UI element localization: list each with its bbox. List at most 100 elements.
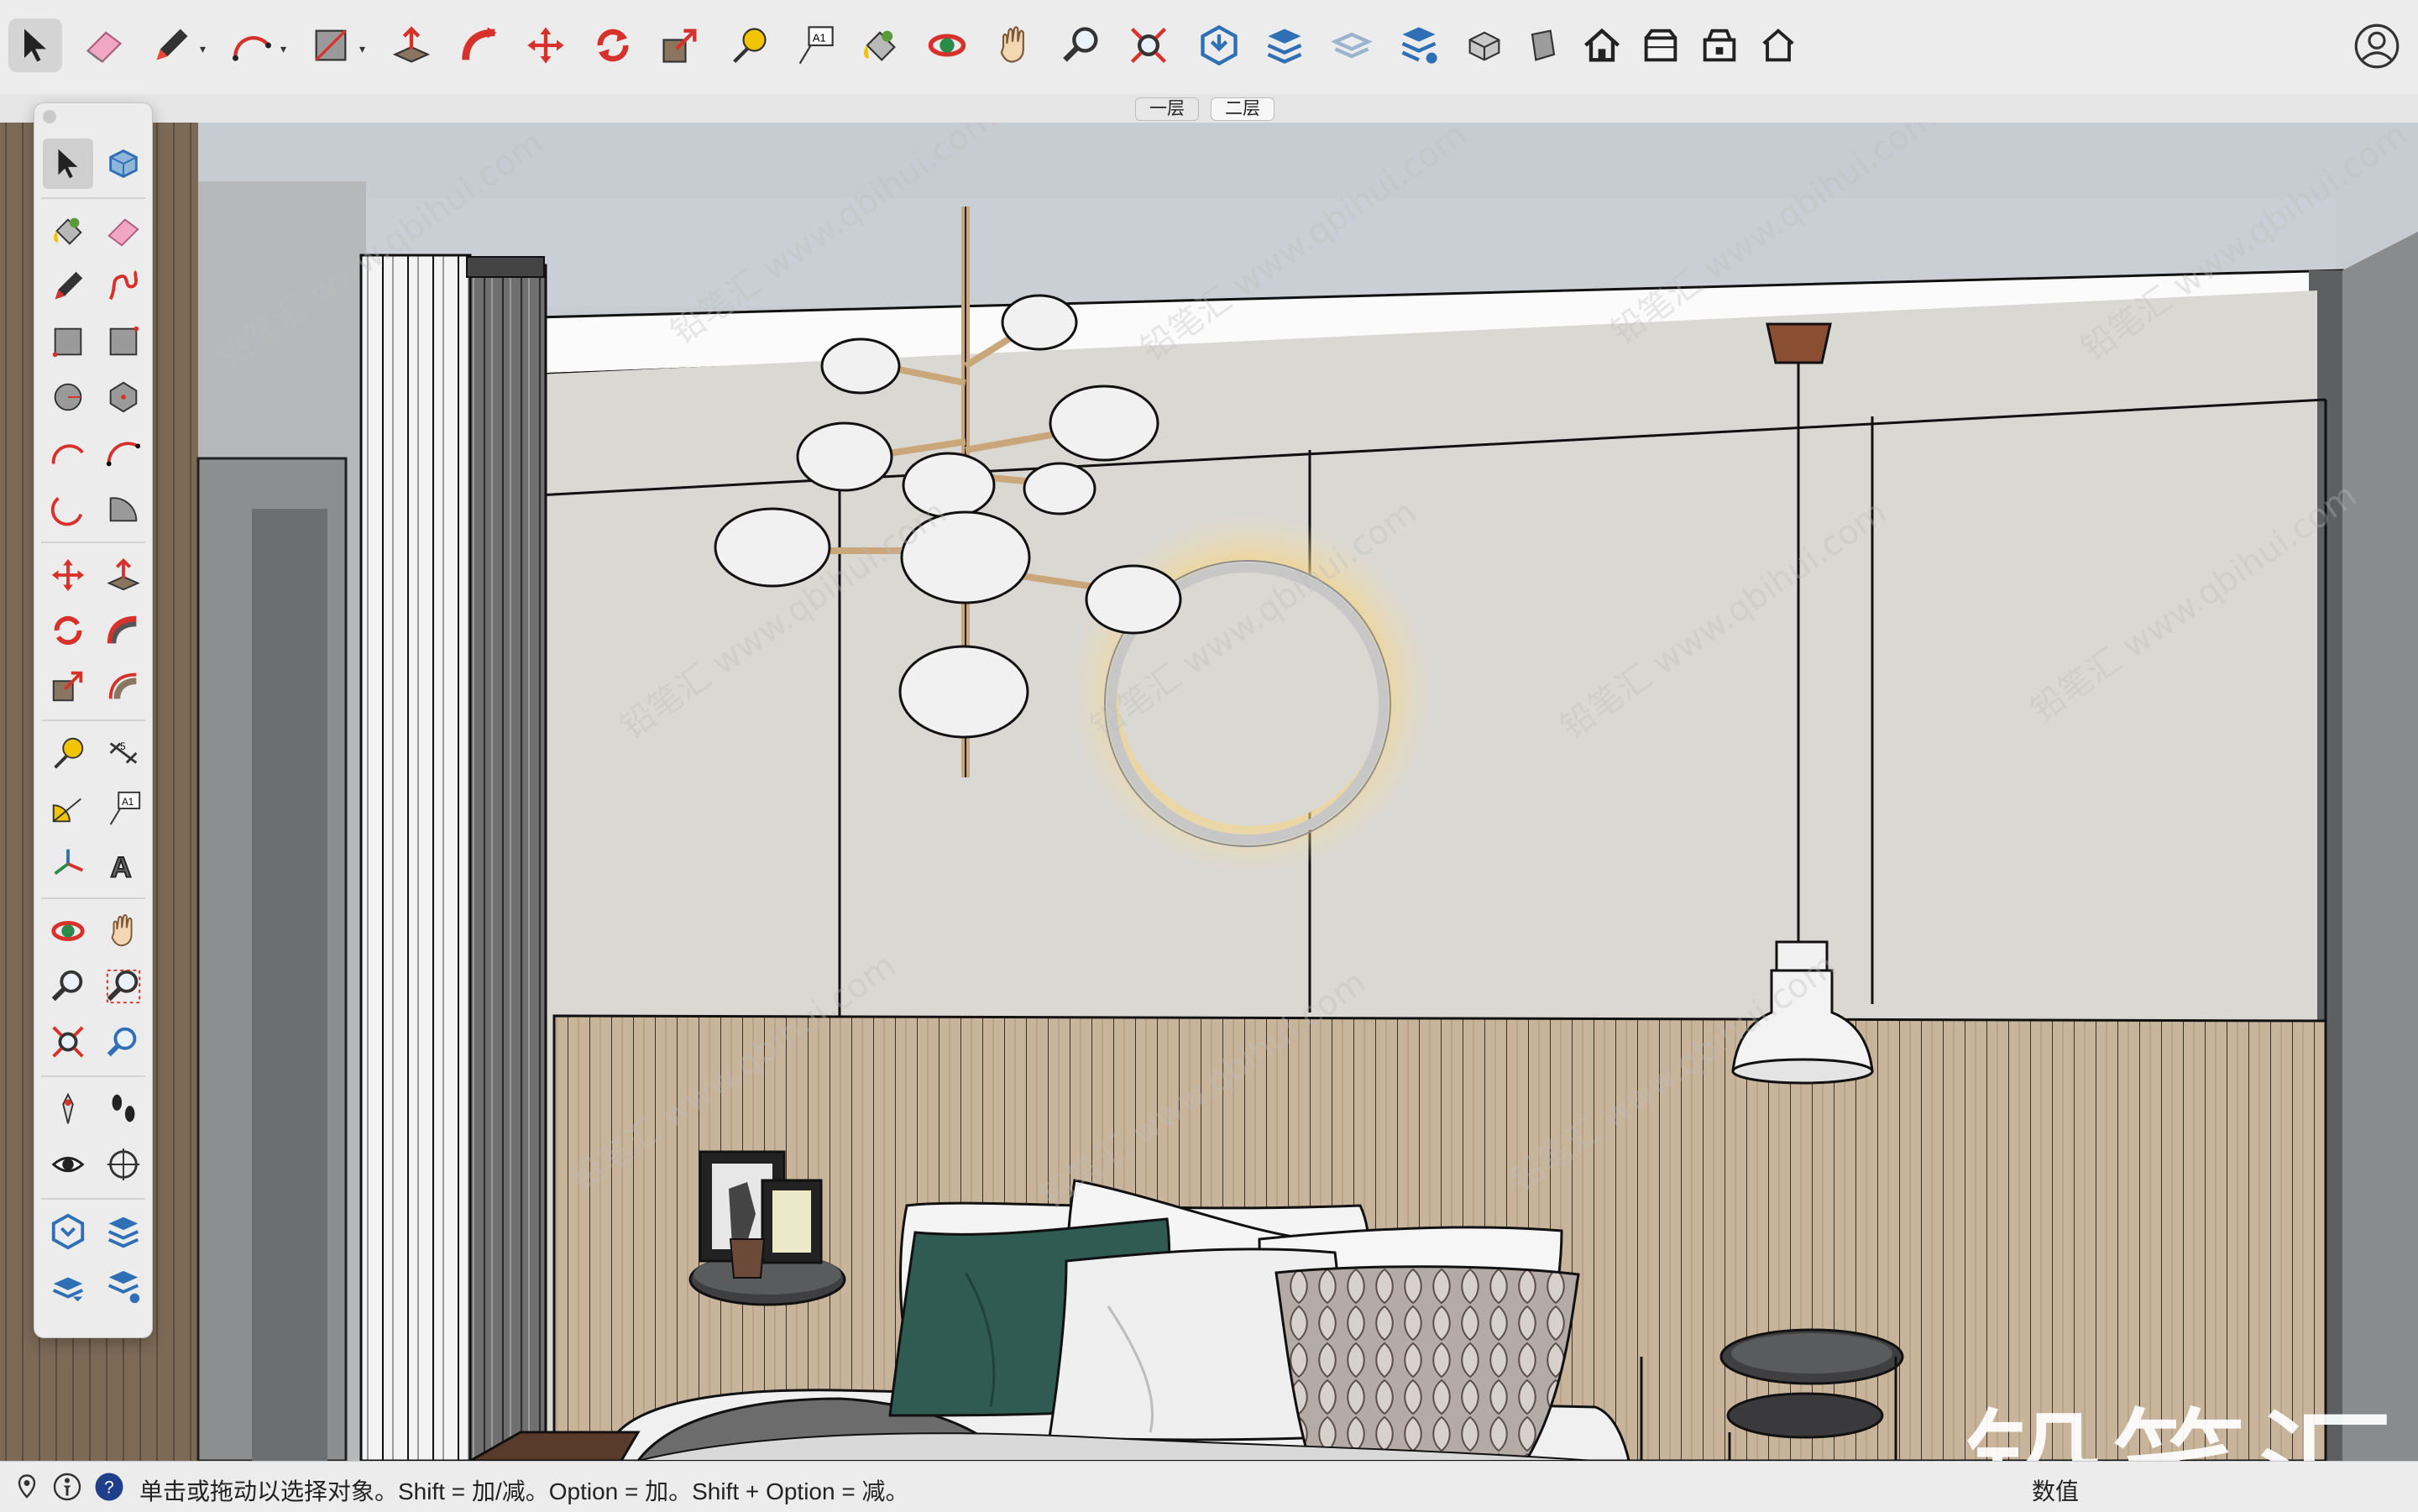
palette-pie-button[interactable] [98, 483, 149, 533]
move-tool-button[interactable] [519, 18, 573, 72]
palette-position-camera-button[interactable] [43, 1084, 93, 1134]
scale-tool-button[interactable] [653, 18, 707, 72]
offset-icon [108, 672, 137, 699]
rectangle-dropdown-caret[interactable]: ▾ [359, 42, 365, 56]
palette-3d-text-button[interactable]: A [98, 839, 149, 889]
palette-rotate-button[interactable] [43, 605, 93, 656]
palette-eraser-button[interactable] [98, 206, 149, 256]
orbit-icon [51, 921, 85, 941]
palette-push-pull-button[interactable] [98, 550, 149, 600]
palette-layout-button[interactable] [43, 1262, 93, 1312]
follow-me-icon [462, 27, 497, 60]
palette-tape-measure-button[interactable] [43, 728, 93, 778]
palette-rectangle-button[interactable] [43, 317, 93, 367]
paint-bucket-tool-button[interactable] [853, 18, 907, 72]
user-account-icon[interactable] [2354, 24, 2400, 69]
palette-circle-button[interactable] [43, 372, 93, 422]
pencil-icon [156, 29, 188, 60]
palette-look-around-button[interactable] [43, 1139, 93, 1190]
arc-icon [233, 36, 271, 61]
palette-2-point-arc-button[interactable] [98, 427, 149, 478]
palette-orbit-button[interactable] [43, 906, 93, 956]
palette-rotated-rectangle-button[interactable] [98, 317, 149, 367]
pencil-tool-button[interactable] [144, 18, 198, 72]
back-view-button[interactable] [1693, 18, 1746, 72]
palette-polygon-button[interactable] [98, 372, 149, 422]
scene-tab-1[interactable]: 一层 [1135, 97, 1199, 121]
eraser-tool-button[interactable] [77, 18, 131, 72]
warehouse-icon [51, 1213, 85, 1250]
front-view-button[interactable] [1575, 18, 1629, 72]
palette-zoom-button[interactable] [43, 961, 93, 1012]
measurements-input[interactable] [2082, 1468, 2413, 1507]
palette-zoom-window-button[interactable] [98, 961, 149, 1012]
palette-walk-button[interactable] [98, 1084, 149, 1134]
palette-3-point-arc-button[interactable] [43, 483, 93, 533]
palette-offset-button[interactable] [98, 661, 149, 711]
palette-arc-button[interactable] [43, 427, 93, 478]
3d-viewport[interactable]: 铅笔汇 www.qbihui.com 铅笔汇 www.qbihui.com 铅笔… [0, 123, 2418, 1461]
palette-pencil-button[interactable] [43, 261, 93, 311]
palette-component-button[interactable] [98, 139, 149, 189]
palette-dimension-button[interactable]: 5 [98, 728, 149, 778]
palette-select-button[interactable] [43, 139, 93, 189]
palette-paint-bucket-button[interactable] [43, 206, 93, 256]
palette-axes-button[interactable] [43, 839, 93, 889]
rotate-tool-button[interactable] [586, 18, 640, 72]
palette-previous-button[interactable] [98, 1017, 149, 1067]
pan-icon [111, 913, 133, 947]
palette-extension-manager-button[interactable] [98, 1262, 149, 1312]
push-pull-icon [392, 26, 431, 63]
pencil-dropdown-caret[interactable]: ▾ [200, 42, 206, 56]
zoom-extents-tool-button[interactable] [1122, 18, 1175, 72]
palette-freehand-button[interactable] [98, 261, 149, 311]
palette-warehouse-button[interactable] [43, 1206, 93, 1257]
pan-tool-button[interactable] [987, 18, 1041, 72]
large-tool-set-palette: 5 A1 A [34, 102, 153, 1338]
scene-tab-2[interactable]: 二层 [1211, 97, 1274, 121]
help-icon[interactable]: ? [94, 1472, 124, 1502]
status-bar: ? 单击或拖动以选择对象。Shift = 加/减。Option = 加。Shif… [0, 1461, 2418, 1512]
palette-section-plane-button[interactable] [98, 1139, 149, 1190]
geo-location-icon[interactable] [12, 1472, 42, 1502]
palette-pan-button[interactable] [98, 906, 149, 956]
rectangle-tool-button[interactable] [304, 18, 358, 72]
credits-icon[interactable] [52, 1472, 82, 1502]
top-view-button[interactable] [1516, 18, 1570, 72]
left-view-button[interactable] [1751, 18, 1805, 72]
text-tool-button[interactable]: A1 [788, 18, 841, 72]
layout-button[interactable] [1325, 18, 1379, 72]
iso-view-button[interactable] [1458, 18, 1511, 72]
freehand-icon [108, 270, 138, 301]
warehouse-button[interactable] [1192, 18, 1246, 72]
right-view-button[interactable] [1634, 18, 1688, 72]
zoom-tool-button[interactable] [1055, 18, 1108, 72]
follow-me-tool-button[interactable] [453, 18, 507, 72]
palette-follow-me-button[interactable] [98, 605, 149, 656]
palette-text-button[interactable]: A1 [98, 783, 149, 834]
paint-bucket-icon [54, 217, 82, 245]
zoom-icon [1063, 27, 1098, 62]
zoom-icon [51, 970, 83, 1002]
extension-warehouse-button[interactable] [1258, 18, 1311, 72]
push-pull-icon [107, 558, 140, 591]
palette-move-button[interactable] [43, 550, 93, 600]
palette-scale-button[interactable] [43, 661, 93, 711]
3-point-arc-icon [50, 496, 83, 526]
arc-dropdown-caret[interactable]: ▾ [280, 42, 286, 56]
palette-extension-warehouse-button[interactable] [98, 1206, 149, 1257]
rectangle-icon [315, 29, 347, 61]
palette-separator [41, 197, 145, 199]
palette-protractor-button[interactable] [43, 783, 93, 834]
svg-text:A: A [111, 851, 132, 883]
arc-tool-button[interactable] [225, 18, 279, 72]
palette-zoom-extents-button[interactable] [43, 1017, 93, 1067]
scale-icon [52, 671, 83, 702]
tape-measure-tool-button[interactable] [722, 18, 776, 72]
select-tool-button[interactable] [8, 18, 62, 72]
palette-close-button[interactable] [43, 110, 56, 123]
scene-tabs-bar: 一层 二层 [0, 94, 2418, 123]
extension-manager-button[interactable] [1392, 18, 1446, 72]
orbit-tool-button[interactable] [920, 18, 974, 72]
push-pull-tool-button[interactable] [385, 18, 438, 72]
